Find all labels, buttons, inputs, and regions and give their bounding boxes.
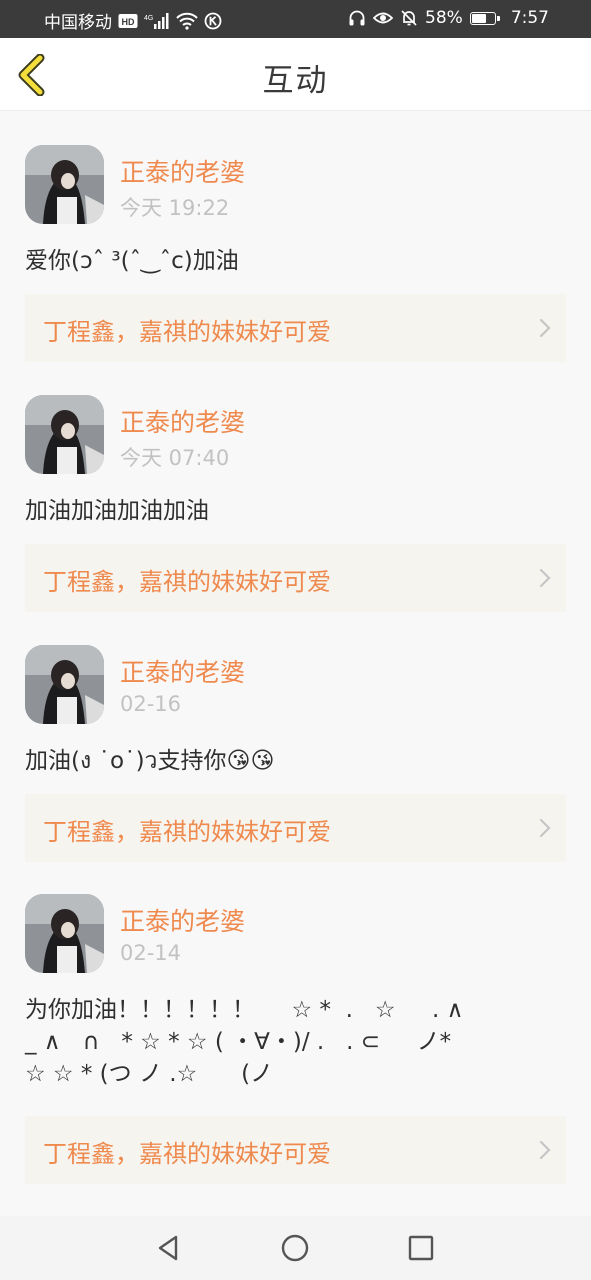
- comment-text: 为你加油！！！！！！ ☆ * . ☆ . ∧ _ ∧ ∩ * ☆ * ☆ ( ・…: [25, 997, 464, 1087]
- svg-text:4G: 4G: [144, 15, 153, 22]
- chevron-right-icon: [539, 818, 551, 838]
- comment-text: 加油加油加油加油: [25, 498, 209, 524]
- battery-icon: [469, 11, 500, 25]
- post-time: 02-16: [120, 692, 182, 716]
- chevron-right-icon: [539, 1140, 551, 1160]
- author-name[interactable]: 正泰的老婆: [120, 153, 245, 189]
- status-bar: 中国移动 HD 4G 58% 7:57: [0, 0, 591, 38]
- chevron-right-icon: [539, 318, 551, 338]
- header-bar: 互动: [0, 38, 591, 111]
- battery-percent: 58%: [425, 8, 463, 28]
- k-circle-icon: [204, 12, 222, 30]
- hd-icon: HD: [118, 13, 138, 29]
- author-name[interactable]: 正泰的老婆: [120, 653, 245, 689]
- signal-icon: 4G: [144, 12, 170, 30]
- post-time: 今天 19:22: [120, 196, 230, 220]
- page-title: 互动: [262, 63, 329, 99]
- referenced-post-title: 丁程鑫，嘉祺的妹妹好可爱: [43, 568, 331, 596]
- referenced-post-title: 丁程鑫，嘉祺的妹妹好可爱: [43, 1140, 331, 1168]
- carrier-label: 中国移动: [44, 13, 112, 33]
- headphones-icon: [348, 9, 366, 27]
- author-name[interactable]: 正泰的老婆: [120, 902, 245, 938]
- author-name[interactable]: 正泰的老婆: [120, 403, 245, 439]
- avatar[interactable]: [25, 145, 104, 224]
- referenced-post-link[interactable]: 丁程鑫，嘉祺的妹妹好可爱: [25, 794, 566, 862]
- clock: 7:57: [510, 8, 549, 28]
- avatar[interactable]: [25, 395, 104, 474]
- referenced-post-link[interactable]: 丁程鑫，嘉祺的妹妹好可爱: [25, 1116, 566, 1184]
- referenced-post-link[interactable]: 丁程鑫，嘉祺的妹妹好可爱: [25, 544, 566, 612]
- post-time: 02-14: [120, 941, 182, 965]
- nav-back-button[interactable]: [152, 1231, 186, 1265]
- triangle-back-icon: [158, 1235, 178, 1261]
- wifi-icon: [176, 12, 198, 30]
- eye-icon: [373, 10, 394, 26]
- avatar[interactable]: [25, 645, 104, 724]
- referenced-post-title: 丁程鑫，嘉祺的妹妹好可爱: [43, 318, 331, 346]
- nav-recents-button[interactable]: [404, 1231, 438, 1265]
- nav-home-button[interactable]: [278, 1231, 312, 1265]
- referenced-post-title: 丁程鑫，嘉祺的妹妹好可爱: [43, 818, 331, 846]
- square-recents-icon: [408, 1235, 434, 1261]
- comment-text: 加油(ง ˙o˙)ว支持你😘😘: [25, 748, 275, 774]
- post-time: 今天 07:40: [120, 446, 230, 470]
- circle-home-icon: [281, 1234, 309, 1262]
- referenced-post-link[interactable]: 丁程鑫，嘉祺的妹妹好可爱: [25, 294, 566, 362]
- chevron-right-icon: [539, 568, 551, 588]
- system-nav-bar: [0, 1216, 591, 1280]
- avatar[interactable]: [25, 894, 104, 973]
- bell-off-icon: [400, 9, 418, 27]
- comment-text: 爱你(ↄˆ ³(ˆ‿ˆc)加油: [25, 248, 239, 274]
- svg-text:HD: HD: [122, 17, 135, 27]
